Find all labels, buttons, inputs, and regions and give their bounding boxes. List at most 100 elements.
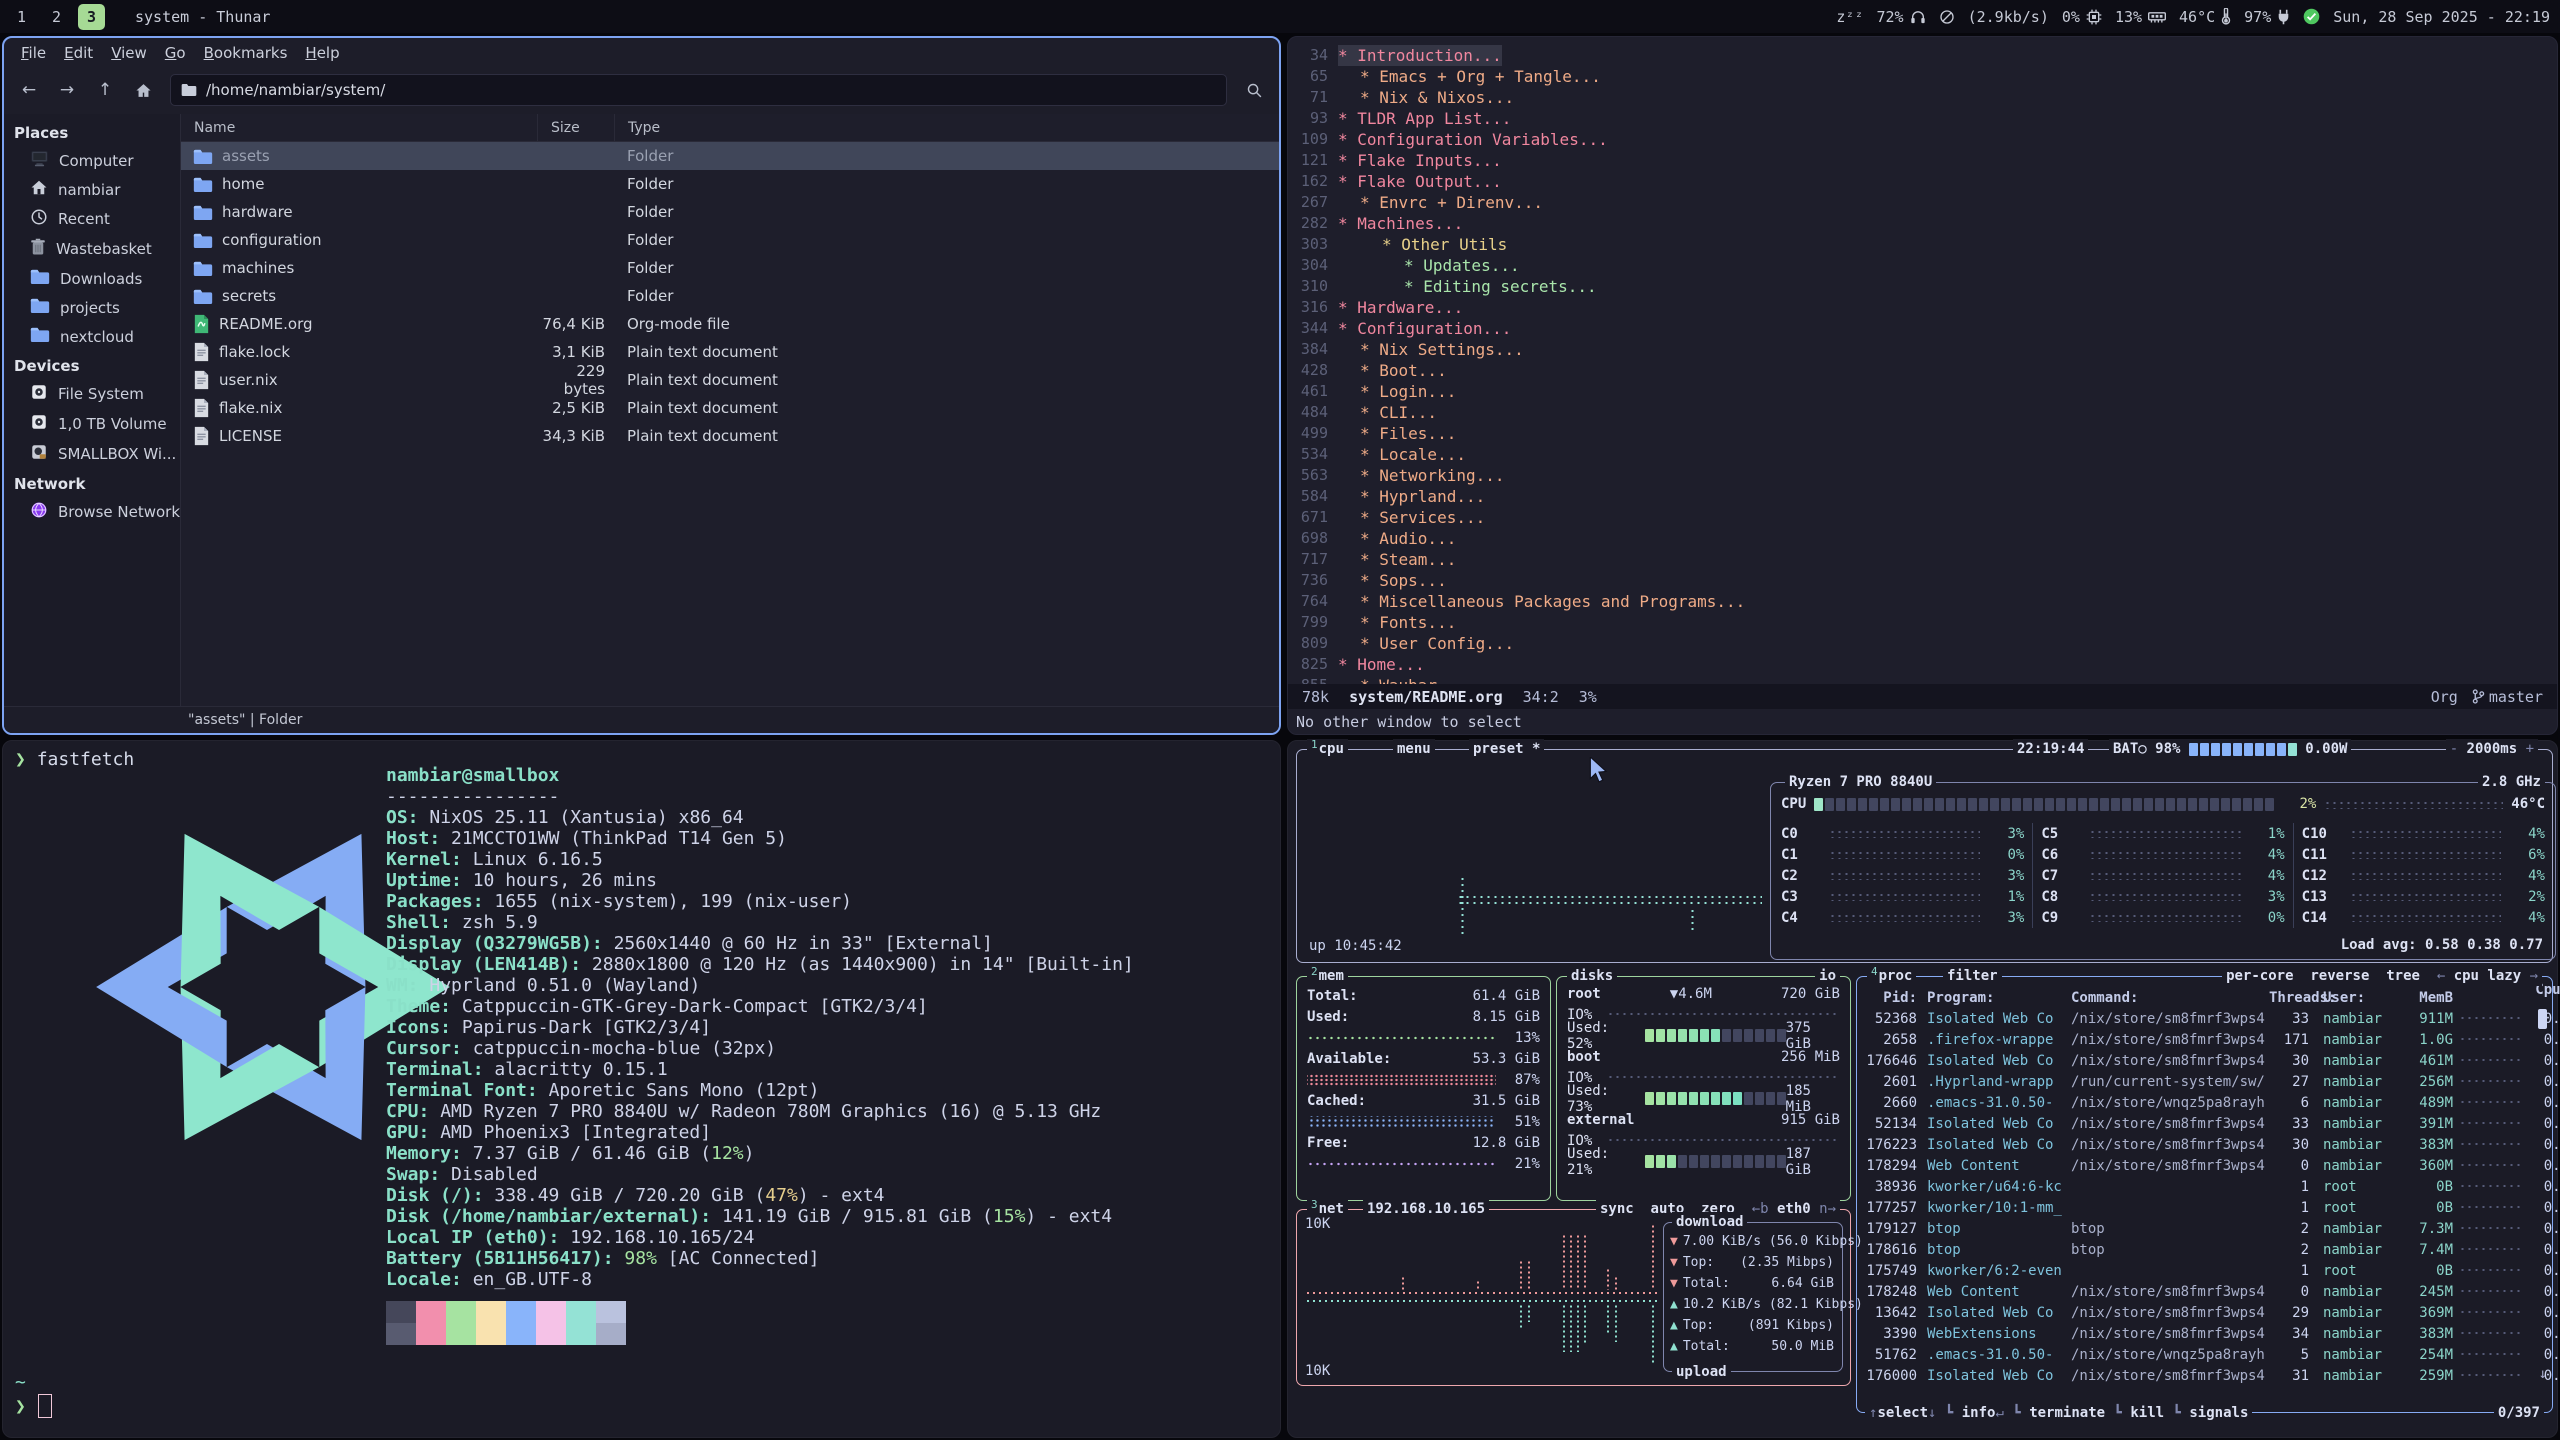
workspace-button-2[interactable]: 2 bbox=[43, 4, 70, 30]
org-heading-line[interactable]: 499* Files... bbox=[1288, 423, 2557, 444]
text-cursor[interactable] bbox=[38, 1394, 52, 1418]
sidebar-item-nambiar[interactable]: nambiar bbox=[4, 175, 180, 204]
org-heading-line[interactable]: 764* Miscellaneous Packages and Programs… bbox=[1288, 591, 2557, 612]
back-button[interactable]: ← bbox=[12, 75, 46, 105]
process-row[interactable]: 178294Web Content/nix/store/sm8fmrf3wps4… bbox=[1857, 1155, 2552, 1176]
org-heading-line[interactable]: 584* Hyprland... bbox=[1288, 486, 2557, 507]
menu-edit[interactable]: Edit bbox=[55, 41, 102, 65]
org-heading-line[interactable]: 484* CLI... bbox=[1288, 402, 2557, 423]
org-heading-line[interactable]: 563* Networking... bbox=[1288, 465, 2557, 486]
file-row[interactable]: flake.nix2,5 KiBPlain text document bbox=[181, 394, 1279, 422]
process-row[interactable]: 38936kworker/u64:6-kc1root0B0.0 bbox=[1857, 1176, 2552, 1197]
process-row[interactable]: 13642Isolated Web Co/nix/store/sm8fmrf3w… bbox=[1857, 1302, 2552, 1323]
process-row[interactable]: 3390WebExtensions/nix/store/sm8fmrf3wps4… bbox=[1857, 1323, 2552, 1344]
column-header-type[interactable]: Type bbox=[615, 114, 1279, 141]
org-heading-line[interactable]: 428* Boot... bbox=[1288, 360, 2557, 381]
org-heading-line[interactable]: 162* Flake Output... bbox=[1288, 171, 2557, 192]
file-row[interactable]: homeFolder bbox=[181, 170, 1279, 198]
org-heading-line[interactable]: 304* Updates... bbox=[1288, 255, 2557, 276]
sidebar-item-nextcloud[interactable]: nextcloud bbox=[4, 322, 180, 351]
menu-help[interactable]: Help bbox=[296, 41, 348, 65]
process-row[interactable]: 52134Isolated Web Co/nix/store/sm8fmrf3w… bbox=[1857, 1113, 2552, 1134]
process-row[interactable]: 176223Isolated Web Co/nix/store/sm8fmrf3… bbox=[1857, 1134, 2552, 1155]
home-button[interactable] bbox=[126, 75, 160, 105]
file-row[interactable]: README.org76,4 KiBOrg-mode file bbox=[181, 310, 1279, 338]
org-heading-line[interactable]: 736* Sops... bbox=[1288, 570, 2557, 591]
org-heading-line[interactable]: 282* Machines... bbox=[1288, 213, 2557, 234]
menu-go[interactable]: Go bbox=[156, 41, 195, 65]
file-row[interactable]: user.nix229 bytesPlain text document bbox=[181, 366, 1279, 394]
org-heading-line[interactable]: 65* Emacs + Org + Tangle... bbox=[1288, 66, 2557, 87]
org-heading-line[interactable]: 310* Editing secrets... bbox=[1288, 276, 2557, 297]
process-row[interactable]: 51762.emacs-31.0.50-/nix/store/wnqz5pa8r… bbox=[1857, 1344, 2552, 1365]
sidebar-item-projects[interactable]: projects bbox=[4, 293, 180, 322]
process-row[interactable]: 176000Isolated Web Co/nix/store/sm8fmrf3… bbox=[1857, 1365, 2552, 1386]
process-row[interactable]: 2601.Hyprland-wrapp/run/current-system/s… bbox=[1857, 1071, 2552, 1092]
process-row[interactable]: 2660.emacs-31.0.50-/nix/store/wnqz5pa8ra… bbox=[1857, 1092, 2552, 1113]
org-heading-line[interactable]: 121* Flake Inputs... bbox=[1288, 150, 2557, 171]
menu-bookmarks[interactable]: Bookmarks bbox=[195, 41, 297, 65]
sidebar-item-recent[interactable]: Recent bbox=[4, 204, 180, 234]
org-heading-line[interactable]: 93* TLDR App List... bbox=[1288, 108, 2557, 129]
mem-box-title[interactable]: 2mem bbox=[1307, 966, 1348, 986]
process-row[interactable]: 2658.firefox-wrappe/nix/store/sm8fmrf3wp… bbox=[1857, 1029, 2552, 1050]
org-heading-line[interactable]: 534* Locale... bbox=[1288, 444, 2557, 465]
org-heading-line[interactable]: 109* Configuration Variables... bbox=[1288, 129, 2557, 150]
org-heading-line[interactable]: 34* Introduction... bbox=[1288, 45, 2557, 66]
org-heading-line[interactable]: 303* Other Utils bbox=[1288, 234, 2557, 255]
proc-footer-actions[interactable]: ↑ select ↓ ┗ info ↵ ┗ terminate ┗ kill ┗… bbox=[1865, 1403, 2252, 1423]
org-heading-line[interactable]: 809* User Config... bbox=[1288, 633, 2557, 654]
file-row[interactable]: assetsFolder bbox=[181, 142, 1279, 170]
proc-scrollbar[interactable] bbox=[2538, 1009, 2547, 1029]
update-interval[interactable]: - 2000ms + bbox=[2446, 739, 2538, 759]
disks-box-title[interactable]: disks bbox=[1567, 966, 1617, 986]
org-heading-line[interactable]: 671* Services... bbox=[1288, 507, 2557, 528]
proc-box-title[interactable]: 4proc bbox=[1867, 966, 1916, 986]
process-row[interactable]: 179127btopbtop2nambiar7.3M0.0 bbox=[1857, 1218, 2552, 1239]
process-row[interactable]: 178616btopbtop2nambiar7.4M0.0 bbox=[1857, 1239, 2552, 1260]
file-row[interactable]: secretsFolder bbox=[181, 282, 1279, 310]
process-row[interactable]: 176646Isolated Web Co/nix/store/sm8fmrf3… bbox=[1857, 1050, 2552, 1071]
column-header-name[interactable]: Name bbox=[181, 114, 538, 141]
proc-options[interactable]: per-core reverse tree ← cpu lazy → bbox=[2222, 966, 2542, 986]
process-row[interactable]: 177257kworker/10:1-mm_1root0B0.0 bbox=[1857, 1197, 2552, 1218]
org-heading-line[interactable]: 717* Steam... bbox=[1288, 549, 2557, 570]
io-mode-button[interactable]: io bbox=[1815, 966, 1840, 986]
org-heading-line[interactable]: 461* Login... bbox=[1288, 381, 2557, 402]
process-row[interactable]: 178248Web Content/nix/store/sm8fmrf3wps4… bbox=[1857, 1281, 2552, 1302]
filter-button[interactable]: filter bbox=[1943, 966, 2002, 986]
menu-view[interactable]: View bbox=[102, 41, 156, 65]
org-heading-line[interactable]: 344* Configuration... bbox=[1288, 318, 2557, 339]
org-heading-line[interactable]: 384* Nix Settings... bbox=[1288, 339, 2557, 360]
file-row[interactable]: machinesFolder bbox=[181, 254, 1279, 282]
search-button[interactable] bbox=[1237, 75, 1271, 105]
org-heading-line[interactable]: 698* Audio... bbox=[1288, 528, 2557, 549]
org-heading-line[interactable]: 316* Hardware... bbox=[1288, 297, 2557, 318]
cpu-box-title[interactable]: 1cpu bbox=[1307, 739, 1348, 759]
org-heading-line[interactable]: 71* Nix & Nixos... bbox=[1288, 87, 2557, 108]
up-button[interactable]: ↑ bbox=[88, 75, 122, 105]
file-row[interactable]: hardwareFolder bbox=[181, 198, 1279, 226]
sidebar-item-wastebasket[interactable]: Wastebasket bbox=[4, 234, 180, 264]
workspace-button-3[interactable]: 3 bbox=[78, 4, 105, 30]
process-row[interactable]: 52368Isolated Web Co/nix/store/sm8fmrf3w… bbox=[1857, 1008, 2552, 1029]
sidebar-item-1-0-tb-volume[interactable]: 1,0 TB Volume bbox=[4, 409, 180, 439]
file-row[interactable]: LICENSE34,3 KiBPlain text document bbox=[181, 422, 1279, 450]
file-row[interactable]: flake.lock3,1 KiBPlain text document bbox=[181, 338, 1279, 366]
sidebar-item-smallbox-wi-[interactable]: SMALLBOX Wi... bbox=[4, 439, 180, 469]
column-header-size[interactable]: Size bbox=[538, 114, 615, 141]
sidebar-item-computer[interactable]: Computer bbox=[4, 146, 180, 175]
sidebar-item-file-system[interactable]: File System bbox=[4, 379, 180, 409]
menu-file[interactable]: File bbox=[12, 41, 55, 65]
org-heading-line[interactable]: 799* Fonts... bbox=[1288, 612, 2557, 633]
org-heading-line[interactable]: 267* Envrc + Direnv... bbox=[1288, 192, 2557, 213]
menu-button[interactable]: menu bbox=[1393, 739, 1435, 759]
workspace-button-1[interactable]: 1 bbox=[8, 4, 35, 30]
forward-button[interactable]: → bbox=[50, 75, 84, 105]
org-heading-line[interactable]: 825* Home... bbox=[1288, 654, 2557, 675]
process-row[interactable]: 175749kworker/6:2-even1root0B0.0 bbox=[1857, 1260, 2552, 1281]
sidebar-item-browse-network[interactable]: Browse Network bbox=[4, 497, 180, 527]
path-bar[interactable]: /home/nambiar/system/ bbox=[170, 74, 1227, 106]
preset-button[interactable]: preset * bbox=[1469, 739, 1544, 759]
file-row[interactable]: configurationFolder bbox=[181, 226, 1279, 254]
